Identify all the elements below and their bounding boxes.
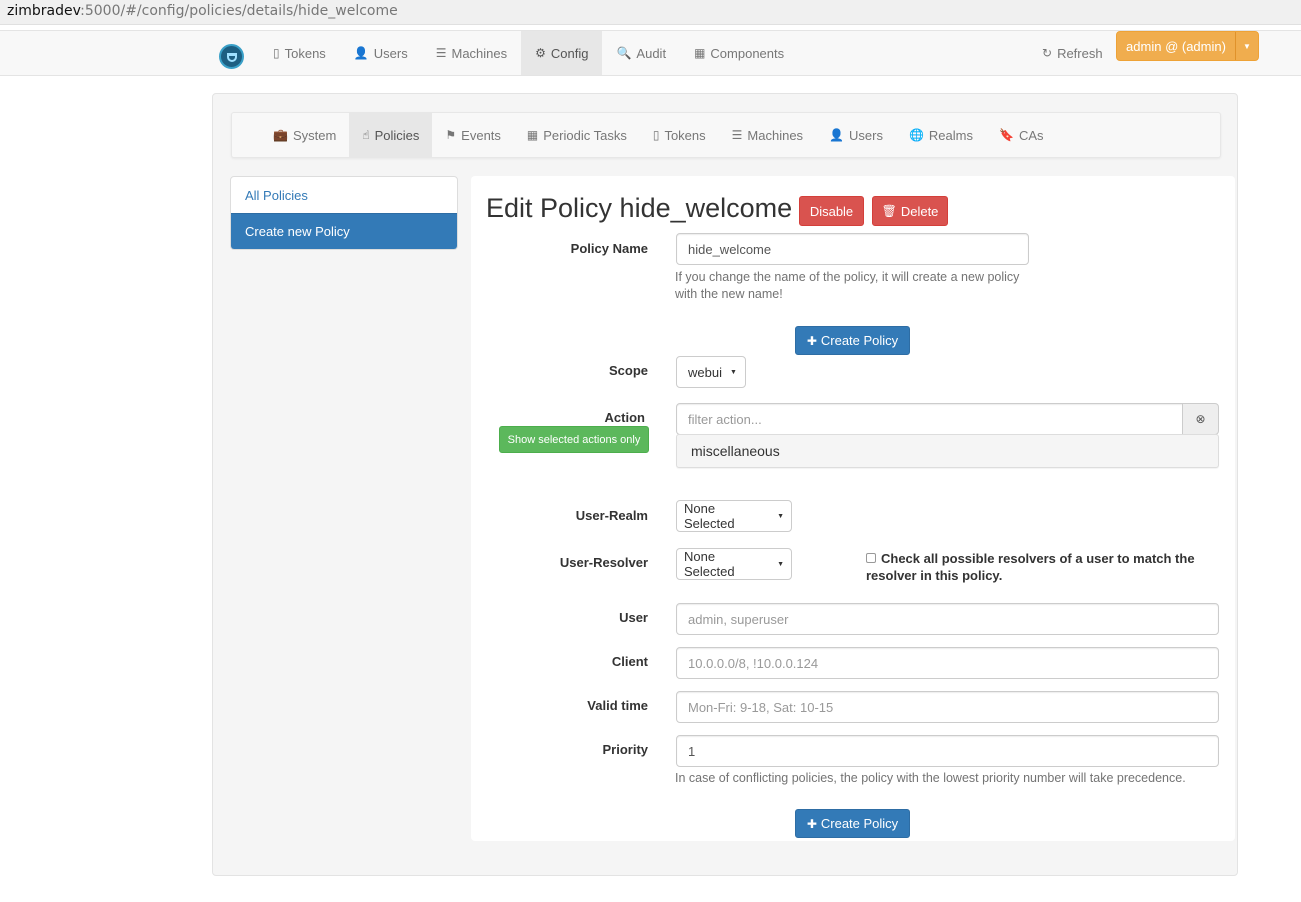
config-subnav: 💼 System ☝ Policies ⚑ Events ▦ Periodic Task… <box>231 112 1221 158</box>
nav-machines[interactable]: ☰ Machines <box>422 31 521 75</box>
policy-form: Edit Policy hide_welcome Disable 🗑 Delete… <box>471 176 1235 841</box>
policy-name-input[interactable]: hide_welcome <box>676 233 1029 265</box>
user-resolver-select[interactable]: None Selected ▼ <box>676 548 792 580</box>
refresh-button[interactable]: ↻ Refresh <box>1042 31 1103 75</box>
subnav-periodic-tasks[interactable]: ▦ Periodic Tasks <box>514 113 640 157</box>
nav-users[interactable]: 👤 Users <box>340 31 422 75</box>
valid-time-label: Valid time <box>587 698 648 713</box>
server-icon: ☰ <box>435 46 447 60</box>
subnav-cas[interactable]: 🔖 CAs <box>986 113 1057 157</box>
user-icon: 👤 <box>353 46 369 60</box>
main-panel: 💼 System ☝ Policies ⚑ Events ▦ Periodic Task… <box>212 93 1238 876</box>
mobile-icon: ▯ <box>273 46 280 60</box>
user-input[interactable]: admin, superuser <box>676 603 1219 635</box>
user-icon: 👤 <box>829 128 845 142</box>
disable-button[interactable]: Disable <box>799 196 864 226</box>
client-input[interactable]: 10.0.0.0/8, !10.0.0.124 <box>676 647 1219 679</box>
nav-components[interactable]: ▦ Components <box>680 31 798 75</box>
hand-icon: ☝ <box>362 128 370 142</box>
plus-icon: ✚ <box>806 816 817 831</box>
scope-label: Scope <box>608 363 648 378</box>
chevron-down-icon: ▼ <box>777 560 784 568</box>
top-navbar: ▯ Tokens 👤 Users ☰ Machines ⚙ Config 🔍 Audit … <box>0 30 1301 76</box>
user-menu-button[interactable]: admin @ (admin) ▼ <box>1116 31 1259 61</box>
priority-label: Priority <box>602 742 648 757</box>
delete-button[interactable]: 🗑 Delete <box>872 196 948 226</box>
policy-name-label: Policy Name <box>570 241 648 256</box>
user-label: User <box>619 610 648 625</box>
page-title: Edit Policy hide_welcome <box>486 193 793 223</box>
valid-time-input[interactable]: Mon-Fri: 9-18, Sat: 10-15 <box>676 691 1219 723</box>
privacyidea-logo[interactable] <box>219 44 244 69</box>
gear-icon: ⚙ <box>535 46 546 60</box>
priority-help: In case of conflicting policies, the pol… <box>675 771 1186 785</box>
globe-icon: 🌐 <box>908 128 924 142</box>
action-filter-input[interactable]: filter action... <box>676 403 1184 435</box>
nav-tokens[interactable]: ▯ Tokens <box>259 31 340 75</box>
refresh-icon: ↻ <box>1042 46 1053 60</box>
plus-icon: ✚ <box>806 333 817 348</box>
server-icon: ☰ <box>731 128 743 142</box>
search-icon: 🔍 <box>616 46 632 60</box>
create-policy-button-bottom[interactable]: ✚ Create Policy <box>795 809 910 838</box>
subnav-users[interactable]: 👤 Users <box>816 113 896 157</box>
url-path: :5000/#/config/policies/details/hide_wel… <box>80 3 398 19</box>
address-bar[interactable]: zimbradev:5000/#/config/policies/details… <box>0 0 1301 25</box>
subnav-machines[interactable]: ☰ Machines <box>719 113 816 157</box>
policy-sidebar: All Policies Create new Policy <box>230 176 458 250</box>
create-policy-button-top[interactable]: ✚ Create Policy <box>795 326 910 355</box>
priority-input[interactable]: 1 <box>676 735 1219 767</box>
show-selected-actions-button[interactable]: Show selected actions only <box>499 426 649 453</box>
trash-icon: 🗑 <box>881 204 897 218</box>
mobile-icon: ▯ <box>652 128 660 142</box>
user-realm-select[interactable]: None Selected ▼ <box>676 500 792 532</box>
subnav-system[interactable]: 💼 System <box>260 113 349 157</box>
client-label: Client <box>611 654 648 669</box>
briefcase-icon: 💼 <box>273 128 288 142</box>
clear-filter-button[interactable]: ⊗ <box>1182 403 1219 435</box>
sidebar-item-all-policies[interactable]: All Policies <box>231 177 457 213</box>
subnav-events[interactable]: ⚑ Events <box>432 113 514 157</box>
table-icon: ▦ <box>694 46 706 60</box>
subnav-realms[interactable]: 🌐 Realms <box>896 113 986 157</box>
user-realm-label: User-Realm <box>575 508 648 523</box>
close-circle-icon: ⊗ <box>1195 412 1206 426</box>
main-nav: ▯ Tokens 👤 Users ☰ Machines ⚙ Config 🔍 Audit … <box>259 31 798 75</box>
scope-select[interactable]: webui ▼ <box>676 356 746 388</box>
subnav-policies[interactable]: ☝ Policies <box>349 113 433 157</box>
action-group-miscellaneous[interactable]: miscellaneous <box>676 434 1219 468</box>
sidebar-item-create-policy[interactable]: Create new Policy <box>231 213 457 249</box>
subnav-tokens[interactable]: ▯ Tokens <box>640 113 719 157</box>
chevron-down-icon[interactable]: ▼ <box>1236 32 1258 60</box>
calendar-icon: ▦ <box>526 128 539 142</box>
user-menu-label[interactable]: admin @ (admin) <box>1117 32 1236 60</box>
url-host: zimbradev <box>7 3 81 19</box>
action-label: Action <box>604 410 645 425</box>
bookmark-icon: 🔖 <box>999 128 1014 142</box>
policy-name-help: If you change the name of the policy, it… <box>675 270 1020 301</box>
chevron-down-icon: ▼ <box>729 368 737 376</box>
check-all-resolvers-label: Check all possible resolvers of a user t… <box>866 551 1195 583</box>
flag-icon: ⚑ <box>445 128 457 142</box>
nav-audit[interactable]: 🔍 Audit <box>602 31 680 75</box>
nav-config[interactable]: ⚙ Config <box>521 31 603 75</box>
user-resolver-label: User-Resolver <box>559 555 648 570</box>
chevron-down-icon: ▼ <box>777 512 784 520</box>
